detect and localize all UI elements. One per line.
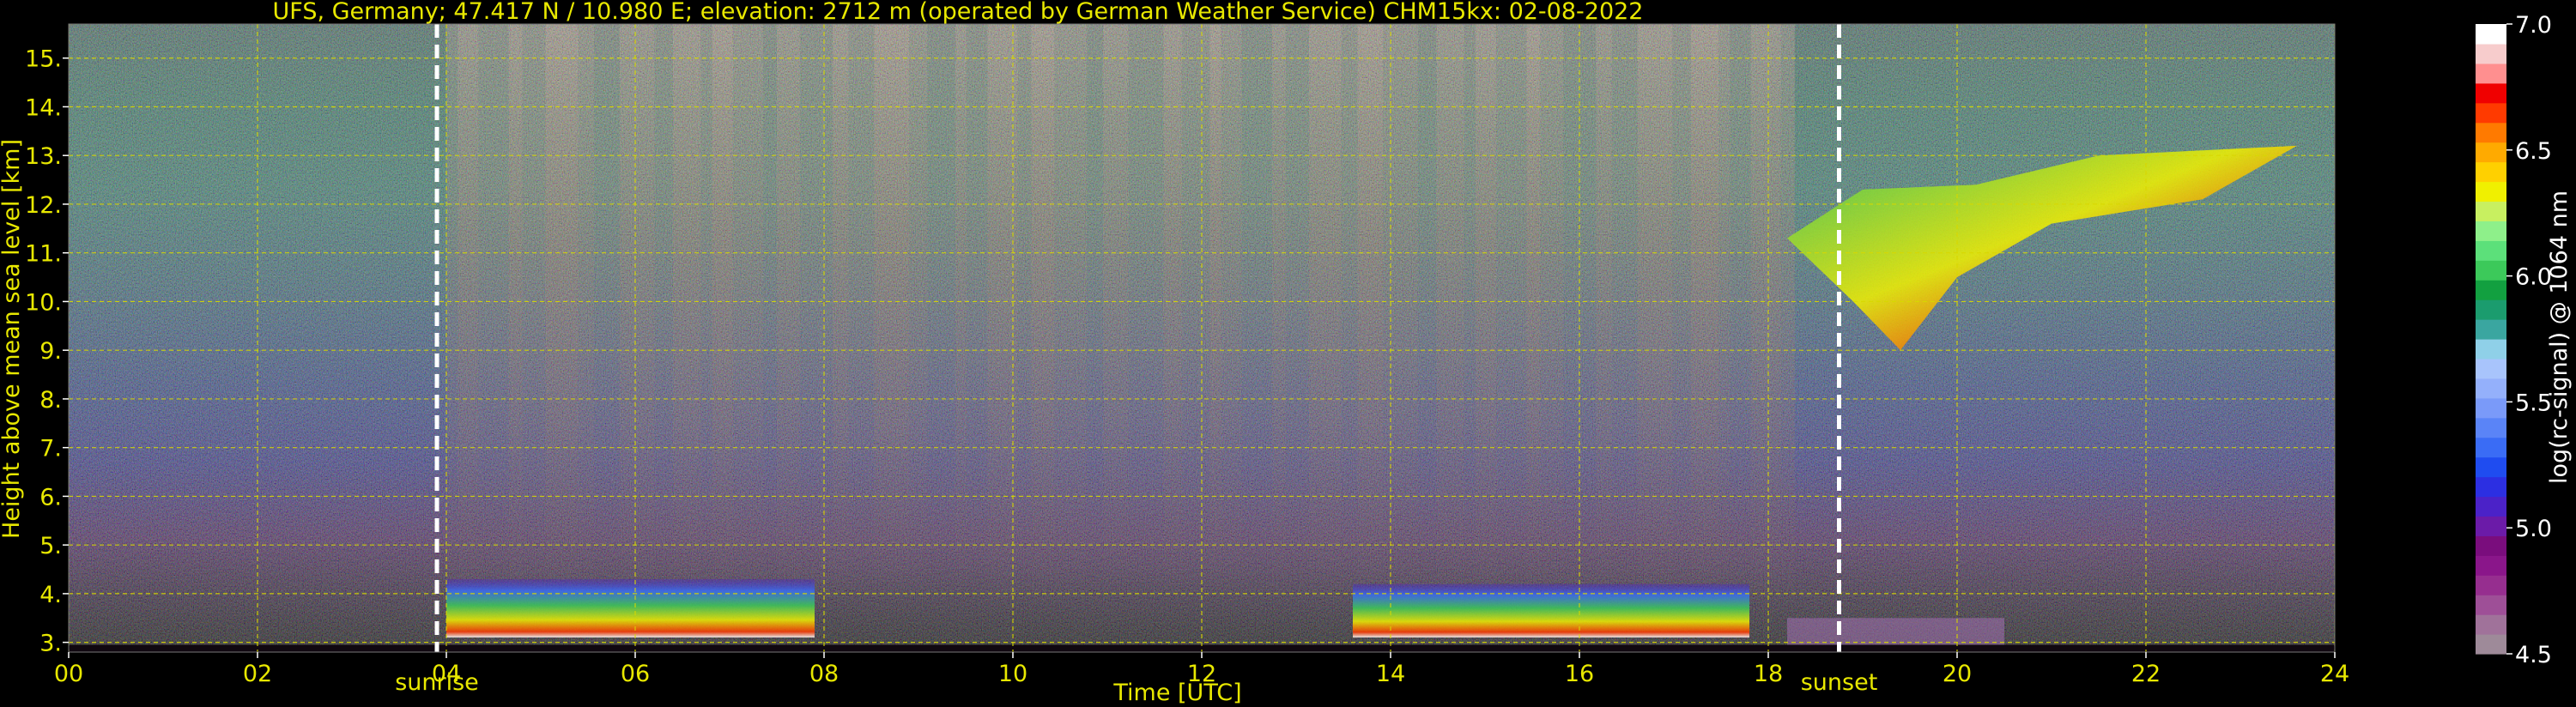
- lidar-backscatter-chart: 00 02 04 06 08 10 12 14 16 18 20 22 24 3.4.5.6.7.8.9…: [0, 0, 2573, 706]
- sun-marker-label: sunrise: [395, 669, 479, 696]
- colorbar-segment: [2476, 339, 2506, 360]
- x-tick-label: 10: [998, 661, 1027, 687]
- y-axis-ticks: 3. 4. 5. 6. 7. 8. 9. 10. 11. 12. 13. 14. 15.: [25, 46, 69, 657]
- y-tick-label: 14.: [25, 94, 62, 121]
- colorbar-tick-label: 6.5: [2515, 138, 2552, 165]
- colorbar-segment: [2476, 102, 2506, 124]
- colorbar-segment: [2476, 201, 2506, 221]
- colorbar-segment: [2476, 614, 2506, 635]
- colorbar-segment: [2476, 161, 2506, 183]
- y-tick-label: 12.: [25, 192, 62, 219]
- colorbar-segment: [2476, 417, 2506, 438]
- x-tick-label: 08: [809, 661, 839, 687]
- colorbar-segment: [2476, 456, 2506, 478]
- chart-title: UFS, Germany; 47.417 N / 10.980 E; eleva…: [273, 0, 1644, 25]
- x-tick-label: 24: [2320, 661, 2349, 687]
- x-tick-label: 00: [54, 661, 83, 687]
- colorbar-segment: [2476, 260, 2506, 281]
- colorbar-tick-label: 7.0: [2515, 12, 2552, 39]
- colorbar-segment: [2476, 595, 2506, 615]
- x-tick-label: 14: [1376, 661, 1405, 687]
- colorbar-segment: [2476, 555, 2506, 576]
- x-tick-label: 02: [243, 661, 272, 687]
- y-tick-label: 5.: [39, 533, 62, 559]
- y-tick-label: 7.: [39, 436, 62, 462]
- colorbar-segment: [2476, 181, 2506, 202]
- sun-marker-label: sunset: [1801, 669, 1878, 696]
- x-axis-label: Time [UTC]: [1112, 680, 1241, 706]
- y-tick-label: 4.: [39, 582, 62, 608]
- x-tick-label: 20: [1943, 661, 1972, 687]
- colorbar-segment: [2476, 122, 2506, 143]
- colorbar-segment: [2476, 476, 2506, 498]
- colorbar-segment: [2476, 240, 2506, 261]
- colorbar: [2476, 24, 2506, 655]
- boundary-layer-aerosol: [446, 578, 815, 638]
- colorbar-label: log(rc-signal) @ 1064 nm: [2546, 190, 2573, 484]
- colorbar-segment: [2476, 63, 2506, 84]
- colorbar-segment: [2476, 82, 2506, 104]
- colorbar-segment: [2476, 319, 2506, 340]
- colorbar-segment: [2476, 358, 2506, 379]
- x-tick-label: 16: [1565, 661, 1594, 687]
- y-tick-label: 13.: [25, 143, 62, 170]
- colorbar-segment: [2476, 575, 2506, 595]
- y-tick-label: 10.: [25, 289, 62, 316]
- y-tick-label: 11.: [25, 241, 62, 268]
- plot-area: [69, 24, 2335, 652]
- colorbar-segment: [2476, 142, 2506, 163]
- colorbar-segment: [2476, 634, 2506, 655]
- y-tick-label: 6.: [39, 484, 62, 511]
- colorbar-ticks: 4.55.05.56.06.57.0: [2506, 12, 2552, 668]
- colorbar-segment: [2476, 43, 2506, 64]
- boundary-layer-aerosol: [1353, 583, 1749, 638]
- colorbar-tick-label: 4.5: [2515, 642, 2552, 668]
- colorbar-segment: [2476, 221, 2506, 241]
- y-tick-label: 9.: [39, 338, 62, 365]
- colorbar-segment: [2476, 299, 2506, 320]
- colorbar-segment: [2476, 496, 2506, 517]
- colorbar-segment: [2476, 24, 2506, 45]
- y-tick-label: 15.: [25, 46, 62, 73]
- colorbar-segment: [2476, 280, 2506, 300]
- y-axis-label: Height above mean sea level [km]: [0, 139, 25, 539]
- y-tick-label: 3.: [39, 631, 62, 657]
- colorbar-segment: [2476, 535, 2506, 556]
- colorbar-tick-label: 5.0: [2515, 516, 2552, 542]
- colorbar-segment: [2476, 437, 2506, 458]
- colorbar-segment: [2476, 516, 2506, 536]
- colorbar-segment: [2476, 378, 2506, 399]
- x-tick-label: 22: [2131, 661, 2161, 687]
- colorbar-segment: [2476, 397, 2506, 419]
- y-tick-label: 8.: [39, 387, 62, 414]
- x-tick-label: 06: [621, 661, 650, 687]
- x-tick-label: 18: [1754, 661, 1783, 687]
